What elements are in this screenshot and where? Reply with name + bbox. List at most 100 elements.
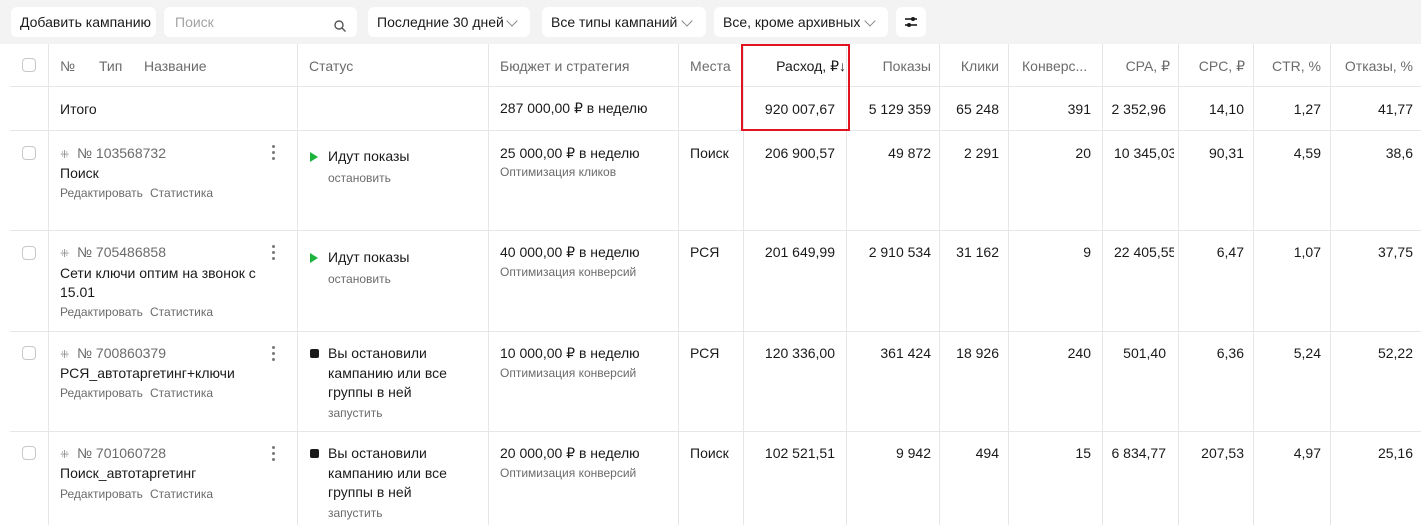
row-checkbox[interactable] — [22, 446, 36, 460]
campaign-types-dropdown[interactable]: Все типы кампаний — [542, 7, 706, 37]
col-budget[interactable]: Бюджет и стратегия — [500, 58, 629, 74]
network-campaign-icon: ⁜ — [60, 349, 70, 361]
stats-link[interactable]: Статистика — [150, 487, 213, 501]
chevron-down-icon — [681, 15, 693, 27]
row-checkbox[interactable] — [22, 346, 36, 360]
spend-highlight-box — [741, 44, 850, 131]
table-row: ⁜ № 103568732 Поиск Редактировать Статист… — [10, 131, 1421, 231]
start-link[interactable]: запустить — [328, 506, 383, 520]
campaign-id[interactable]: ⁜ № 700860379 — [60, 345, 166, 361]
search-icon[interactable] — [334, 20, 346, 32]
col-number[interactable]: № — [60, 58, 75, 74]
strategy-text: Оптимизация конверсий — [500, 265, 637, 279]
bounces-value: 38,6 — [1385, 145, 1413, 161]
campaign-id[interactable]: ⁜ № 705486858 — [60, 244, 166, 260]
stats-link[interactable]: Статистика — [150, 186, 213, 200]
table-row: ⁜ № 700860379 РСЯ_автотаргетинг+ключи Ред… — [10, 332, 1421, 432]
total-cpc: 14,10 — [1208, 101, 1244, 117]
stop-link[interactable]: остановить — [328, 272, 391, 286]
table-row: ⁜ № 705486858 Сети ключи оптим на звонок … — [10, 231, 1421, 332]
bounces-value: 52,22 — [1377, 345, 1413, 361]
period-label: Последние 30 дней — [377, 14, 504, 30]
budget-text[interactable]: 20 000,00 ₽ в неделю — [500, 445, 640, 462]
chevron-down-icon — [864, 15, 876, 27]
col-cpc[interactable]: CPC, ₽ — [1199, 58, 1245, 75]
campaign-name[interactable]: РСЯ_автотаргетинг+ключи — [60, 364, 260, 383]
col-name[interactable]: Название — [144, 58, 207, 74]
campaign-id[interactable]: ⁜ № 701060728 — [60, 445, 166, 461]
impressions-value: 361 424 — [880, 345, 931, 361]
search-box[interactable] — [164, 7, 357, 37]
campaign-name[interactable]: Поиск — [60, 164, 260, 183]
places-text: РСЯ — [690, 345, 720, 361]
cpa-value: 6 834,77 — [1111, 445, 1167, 461]
cpa-value: 501,40 — [1123, 345, 1166, 361]
cpa-value: 22 405,55 — [1114, 244, 1174, 260]
sliders-icon — [905, 17, 917, 27]
col-clicks[interactable]: Клики — [961, 58, 999, 74]
archive-filter-dropdown[interactable]: Все, кроме архивных — [714, 7, 888, 37]
clicks-value: 494 — [975, 445, 999, 461]
strategy-text: Оптимизация кликов — [500, 165, 617, 179]
start-link[interactable]: запустить — [328, 406, 383, 420]
conversions-value: 240 — [1067, 345, 1091, 361]
places-text: Поиск — [690, 145, 729, 161]
more-menu-icon[interactable] — [272, 446, 276, 464]
total-clicks: 65 248 — [956, 101, 999, 117]
cpa-value: 10 345,03 — [1114, 145, 1174, 161]
col-ctr[interactable]: CTR, % — [1272, 58, 1321, 74]
conversions-value: 9 — [1083, 244, 1091, 260]
more-menu-icon[interactable] — [272, 145, 276, 163]
total-label: Итого — [60, 101, 97, 117]
total-impressions: 5 129 359 — [868, 101, 931, 117]
campaign-name[interactable]: Сети ключи оптим на звонок с 15.01 — [60, 264, 260, 302]
edit-link[interactable]: Редактировать — [60, 305, 143, 319]
search-input[interactable] — [175, 13, 325, 31]
more-menu-icon[interactable] — [272, 346, 276, 364]
row-checkbox[interactable] — [22, 246, 36, 260]
col-cpa[interactable]: CPA, ₽ — [1126, 58, 1170, 75]
status-text: Вы остановили кампанию или все группы в … — [328, 345, 447, 400]
ctr-value: 4,97 — [1293, 445, 1321, 461]
col-status[interactable]: Статус — [309, 58, 353, 74]
impressions-value: 2 910 534 — [868, 244, 931, 260]
row-checkbox[interactable] — [22, 146, 36, 160]
total-ctr: 1,27 — [1293, 101, 1321, 117]
campaign-id[interactable]: ⁜ № 103568732 — [60, 145, 166, 161]
edit-link[interactable]: Редактировать — [60, 487, 143, 501]
col-type[interactable]: Тип — [99, 58, 122, 74]
status-text: Вы остановили кампанию или все группы в … — [328, 445, 447, 500]
cpc-value: 6,36 — [1216, 345, 1244, 361]
col-conversions[interactable]: Конверс... — [1022, 58, 1087, 74]
stop-link[interactable]: остановить — [328, 171, 391, 185]
add-campaign-button[interactable]: Добавить кампанию — [11, 7, 156, 37]
more-menu-icon[interactable] — [272, 245, 276, 263]
stats-link[interactable]: Статистика — [150, 305, 213, 319]
search-campaign-icon: ⁜ — [60, 149, 70, 161]
stats-link[interactable]: Статистика — [150, 386, 213, 400]
settings-button[interactable] — [896, 7, 926, 37]
select-all-checkbox[interactable] — [22, 58, 36, 72]
ctr-value: 4,59 — [1293, 145, 1321, 161]
search-campaign-icon: ⁜ — [60, 449, 70, 461]
play-icon — [310, 152, 318, 162]
add-campaign-label: Добавить кампанию — [20, 14, 152, 30]
col-places[interactable]: Места — [690, 58, 731, 74]
period-dropdown[interactable]: Последние 30 дней — [368, 7, 530, 37]
col-impressions[interactable]: Показы — [883, 58, 931, 74]
edit-link[interactable]: Редактировать — [60, 386, 143, 400]
ctr-value: 5,24 — [1293, 345, 1321, 361]
archive-filter-label: Все, кроме архивных — [723, 14, 861, 30]
budget-text[interactable]: 40 000,00 ₽ в неделю — [500, 244, 640, 261]
budget-text[interactable]: 10 000,00 ₽ в неделю — [500, 345, 640, 362]
places-text: Поиск — [690, 445, 729, 461]
cpc-value: 6,47 — [1216, 244, 1244, 260]
stop-icon — [310, 349, 319, 358]
total-budget: 287 000,00 ₽ в неделю — [500, 100, 648, 116]
budget-text[interactable]: 25 000,00 ₽ в неделю — [500, 145, 640, 162]
conversions-value: 15 — [1075, 445, 1091, 461]
col-bounces[interactable]: Отказы, % — [1345, 58, 1413, 74]
edit-link[interactable]: Редактировать — [60, 186, 143, 200]
strategy-text: Оптимизация конверсий — [500, 466, 637, 480]
campaign-name[interactable]: Поиск_автотаргетинг — [60, 464, 260, 483]
